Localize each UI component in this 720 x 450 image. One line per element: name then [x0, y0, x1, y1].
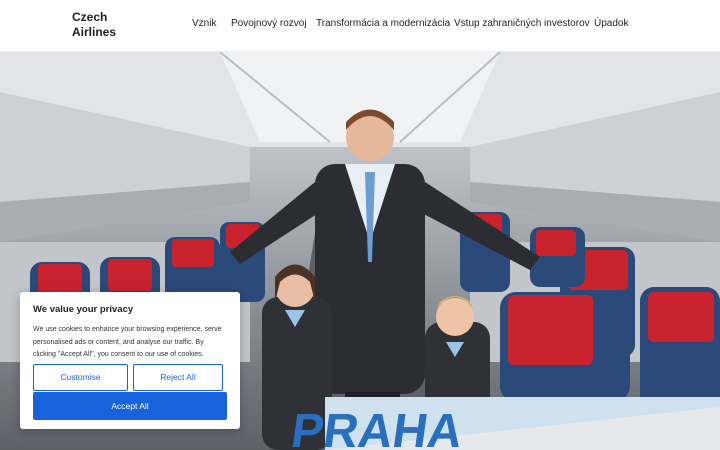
nav-link-upadok[interactable]: Úpadok	[594, 18, 628, 29]
site-header: Czech Airlines Vznik Povojnový rozvoj Tr…	[0, 0, 720, 52]
nav-link-povojnovy-rozvoj[interactable]: Povojnový rozvoj	[231, 18, 307, 29]
cookie-description: We use cookies to enhance your browsing …	[33, 326, 222, 358]
main-nav: Vznik Povojnový rozvoj Transformácia a m…	[0, 18, 720, 34]
reject-all-button[interactable]: Reject All	[133, 364, 223, 391]
customise-button[interactable]: Customise	[33, 364, 128, 391]
cookie-consent-banner: We value your privacy We use cookies to …	[20, 292, 240, 429]
nav-link-vstup-investorov[interactable]: Vstup zahraničných investorov	[454, 18, 590, 29]
accept-all-button[interactable]: Accept All	[33, 392, 227, 420]
praha-sign-inset: PRAHA	[288, 397, 720, 450]
praha-sign-text: PRAHA	[288, 404, 466, 450]
nav-link-vznik[interactable]: Vznik	[192, 18, 216, 29]
cookie-title: We value your privacy	[33, 304, 134, 315]
nav-link-transformacia[interactable]: Transformácia a modernizácia	[316, 18, 450, 29]
